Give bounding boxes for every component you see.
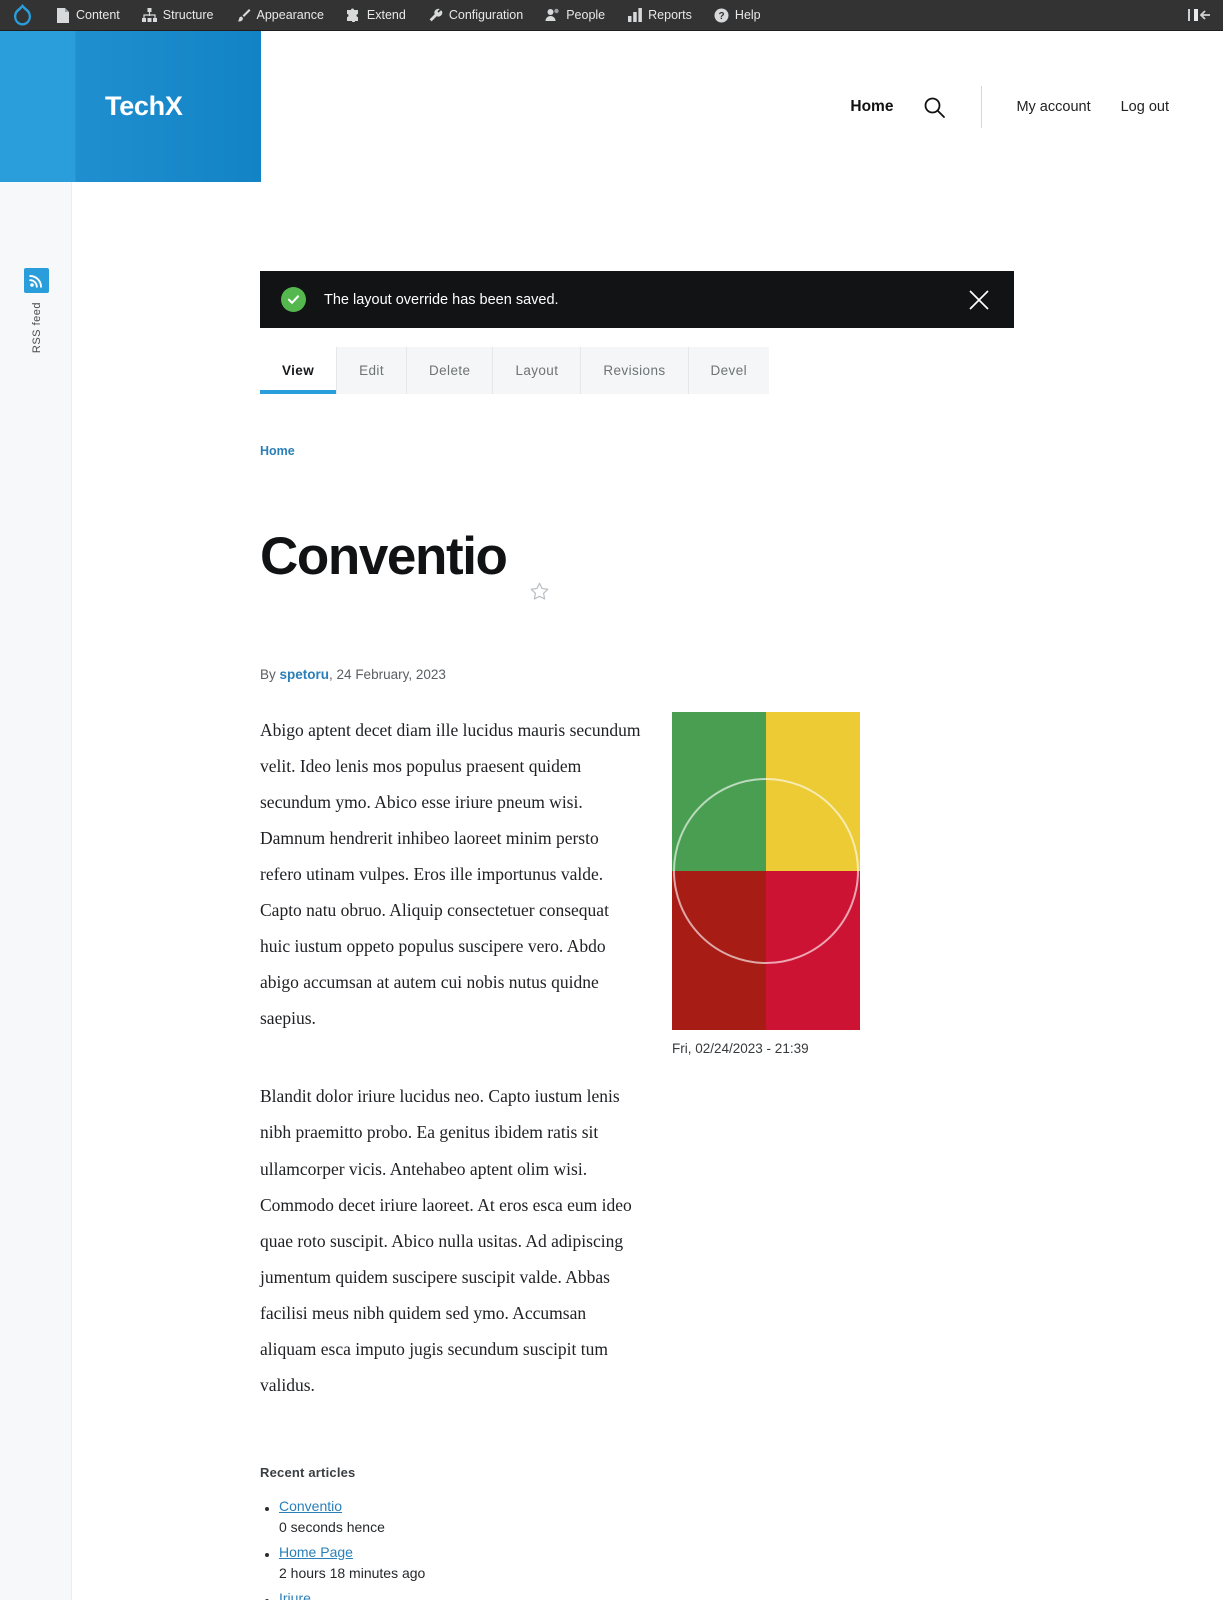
image-caption: Fri, 02/24/2023 - 21:39 <box>672 1041 809 1056</box>
nav-divider <box>981 85 983 128</box>
puzzle-icon <box>346 8 361 23</box>
toolbar-item-reports[interactable]: Reports <box>616 0 703 31</box>
recent-article-time: 0 seconds hence <box>279 1518 385 1535</box>
tab-devel[interactable]: Devel <box>688 347 770 394</box>
recent-articles-list: Conventio 0 seconds hence Home Page 2 ho… <box>260 1498 1223 1600</box>
header-navigation: Home My account Log out <box>850 31 1223 182</box>
search-icon[interactable] <box>919 92 949 122</box>
toolbar-item-people[interactable]: People <box>534 0 616 31</box>
node-byline: By spetoru, 24 February, 2023 <box>260 667 1223 682</box>
toolbar-item-label: Extend <box>366 8 406 22</box>
image-circle-overlay <box>673 778 859 964</box>
people-icon <box>545 8 560 23</box>
site-name: TechX <box>105 91 183 121</box>
node-image <box>672 712 860 1030</box>
nav-item-log-out[interactable]: Log out <box>1121 99 1169 115</box>
byline-date: , 24 February, 2023 <box>329 667 446 682</box>
tab-layout[interactable]: Layout <box>493 347 582 394</box>
node-body: Abigo aptent decet diam ille lucidus mau… <box>260 712 642 1445</box>
question-circle-icon: ? <box>714 8 729 23</box>
recent-article-link[interactable]: Conventio <box>279 1498 342 1514</box>
node-media: Fri, 02/24/2023 - 21:39 <box>672 712 862 1445</box>
toolbar-item-label: People <box>566 8 606 22</box>
toolbar-item-label: Appearance <box>256 8 324 22</box>
list-item: Conventio 0 seconds hence <box>265 1498 1223 1535</box>
recent-articles-block: Recent articles Conventio 0 seconds henc… <box>260 1465 1223 1600</box>
toolbar-item-configuration[interactable]: Configuration <box>417 0 534 31</box>
tab-label: View <box>282 363 315 378</box>
list-item: Home Page 2 hours 18 minutes ago <box>265 1544 1223 1581</box>
rss-feed-block: RSS feed <box>24 268 49 353</box>
toolbar-item-label: Content <box>76 8 120 22</box>
tab-delete[interactable]: Delete <box>407 347 494 394</box>
status-message: The layout override has been saved. <box>260 271 1014 328</box>
tab-view[interactable]: View <box>260 347 338 394</box>
main-content: The layout override has been saved. View… <box>72 182 1223 1600</box>
page-title-row: Conventio <box>260 494 1223 618</box>
drupal-drop-icon <box>13 4 31 26</box>
toolbar-item-structure[interactable]: Structure <box>131 0 225 31</box>
admin-toolbar: Content Structure Appearance Extend Conf… <box>0 0 1223 31</box>
rss-feed-icon[interactable] <box>24 268 49 293</box>
paintbrush-icon <box>236 8 251 23</box>
toolbar-item-label: Reports <box>648 8 692 22</box>
wrench-icon <box>428 8 443 23</box>
svg-text:?: ? <box>718 11 724 22</box>
status-message-text: The layout override has been saved. <box>324 291 559 308</box>
site-brand[interactable]: TechX <box>0 31 261 182</box>
breadcrumb[interactable]: Home <box>260 444 1223 458</box>
recent-articles-title: Recent articles <box>260 1464 356 1480</box>
file-icon <box>55 7 70 23</box>
byline-author-link[interactable]: spetoru <box>280 667 330 682</box>
list-item: Iriure 3 hours 32 minutes ago <box>265 1590 1223 1600</box>
check-circle-icon <box>281 287 306 312</box>
toolbar-item-label: Structure <box>162 8 214 22</box>
body-paragraph: Abigo aptent decet diam ille lucidus mau… <box>260 720 641 1029</box>
toolbar-item-extend[interactable]: Extend <box>335 0 417 31</box>
toolbar-item-label: Configuration <box>448 8 524 22</box>
structure-icon <box>141 8 157 23</box>
sidebar-toggle-icon[interactable] <box>1187 7 1223 23</box>
node-tabs: View Edit Delete Layout Revisions Devel <box>260 347 779 394</box>
node-body-wrapper: Abigo aptent decet diam ille lucidus mau… <box>260 712 1223 1445</box>
toolbar-item-help[interactable]: ? Help <box>703 0 772 31</box>
rss-feed-label[interactable]: RSS feed <box>31 302 43 353</box>
toolbar-item-appearance[interactable]: Appearance <box>225 0 335 31</box>
site-header: TechX Home My account Log out <box>0 31 1223 182</box>
recent-article-link[interactable]: Home Page <box>279 1544 353 1560</box>
tab-label: Layout <box>515 363 559 378</box>
nav-item-my-account[interactable]: My account <box>1016 99 1090 115</box>
tab-label: Delete <box>429 363 471 378</box>
body-paragraph: Blandit dolor iriure lucidus neo. Capto … <box>260 1086 632 1395</box>
drupal-logo-icon[interactable] <box>0 0 44 31</box>
tab-revisions[interactable]: Revisions <box>581 347 689 394</box>
star-outline-icon[interactable] <box>529 581 550 607</box>
page-title: Conventio <box>260 526 508 586</box>
bar-chart-icon <box>627 8 642 23</box>
tab-edit[interactable]: Edit <box>337 347 407 394</box>
nav-item-home[interactable]: Home <box>850 98 893 116</box>
left-rail: RSS feed <box>0 182 72 1600</box>
breadcrumb-item-home: Home <box>260 444 295 458</box>
recent-article-link[interactable]: Iriure <box>279 1590 311 1600</box>
byline-prefix: By <box>260 667 276 682</box>
close-icon[interactable] <box>966 287 992 313</box>
tab-label: Revisions <box>603 363 666 378</box>
tab-label: Edit <box>359 363 384 378</box>
toolbar-item-content[interactable]: Content <box>44 0 131 31</box>
recent-article-time: 2 hours 18 minutes ago <box>279 1564 426 1581</box>
toolbar-item-label: Help <box>734 8 761 22</box>
tab-label: Devel <box>710 363 748 378</box>
